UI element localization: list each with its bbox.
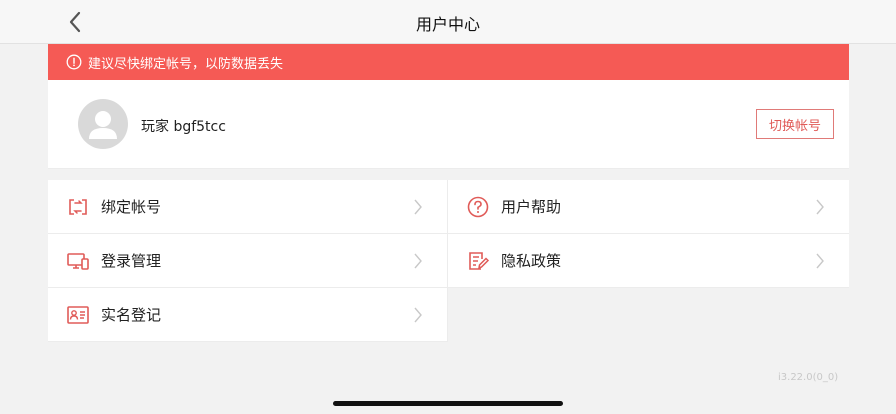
version-label: i3.22.0(0_0) bbox=[778, 372, 839, 383]
chevron-right-icon bbox=[413, 306, 423, 324]
chevron-right-icon bbox=[413, 198, 423, 216]
question-icon bbox=[466, 195, 490, 219]
switch-account-button[interactable]: 切换帐号 bbox=[756, 109, 834, 139]
top-bar: 用户中心 bbox=[0, 0, 896, 44]
chevron-right-icon bbox=[815, 252, 825, 270]
menu-item-privacy-policy[interactable]: 隐私政策 bbox=[448, 234, 849, 288]
menu-item-bind-account[interactable]: 绑定帐号 bbox=[48, 180, 448, 234]
chevron-right-icon bbox=[815, 198, 825, 216]
menu-item-realname-registration[interactable]: 实名登记 bbox=[48, 288, 448, 342]
menu-label: 用户帮助 bbox=[501, 198, 562, 216]
profile-card: 玩家 bgf5tcc 切换帐号 bbox=[48, 80, 849, 169]
avatar bbox=[78, 99, 128, 149]
player-name: 玩家 bgf5tcc bbox=[141, 119, 226, 135]
menu-label: 隐私政策 bbox=[501, 252, 562, 270]
menu-label: 实名登记 bbox=[101, 306, 162, 324]
id-card-icon bbox=[66, 303, 90, 327]
alert-icon bbox=[66, 54, 82, 70]
menu-label: 登录管理 bbox=[101, 252, 162, 270]
menu-label: 绑定帐号 bbox=[101, 198, 162, 216]
bind-account-icon bbox=[66, 195, 90, 219]
user-icon bbox=[89, 111, 117, 139]
home-indicator[interactable] bbox=[333, 401, 563, 406]
devices-icon bbox=[66, 249, 90, 273]
document-edit-icon bbox=[466, 249, 490, 273]
page-title: 用户中心 bbox=[415, 15, 480, 34]
menu-item-user-help[interactable]: 用户帮助 bbox=[448, 180, 849, 234]
warning-banner: 建议尽快绑定帐号，以防数据丢失 bbox=[48, 44, 849, 80]
warning-text: 建议尽快绑定帐号，以防数据丢失 bbox=[88, 56, 284, 72]
chevron-right-icon bbox=[413, 252, 423, 270]
menu-item-login-management[interactable]: 登录管理 bbox=[48, 234, 448, 288]
